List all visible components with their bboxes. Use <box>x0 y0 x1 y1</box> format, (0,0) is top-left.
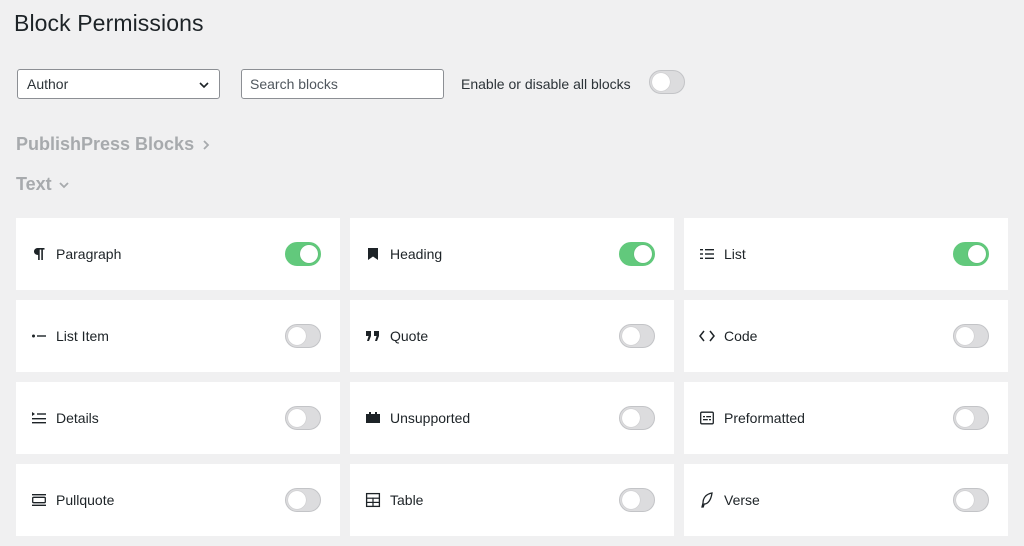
block-card-preformatted: Preformatted <box>684 382 1008 454</box>
toggle-knob <box>622 491 640 509</box>
block-toggle-preformatted[interactable] <box>953 406 989 430</box>
block-card-details: Details <box>16 382 340 454</box>
section-title: PublishPress Blocks <box>16 134 195 154</box>
list-icon <box>698 245 716 263</box>
toggle-knob <box>652 73 670 91</box>
block-label: Heading <box>390 246 443 262</box>
preformatted-icon <box>698 409 716 427</box>
toggle-knob <box>288 327 306 345</box>
quote-icon <box>364 327 382 345</box>
block-card-pullquote: Pullquote <box>16 464 340 536</box>
section-publishpress-blocks[interactable]: PublishPress Blocks <box>16 134 212 155</box>
block-label: Table <box>390 492 424 508</box>
toggle-knob <box>968 245 986 263</box>
paragraph-icon <box>30 245 48 263</box>
toggle-knob <box>634 245 652 263</box>
block-toggle-table[interactable] <box>619 488 655 512</box>
toggle-knob <box>622 409 640 427</box>
block-card-unsupported: Unsupported <box>350 382 674 454</box>
toggle-knob <box>956 491 974 509</box>
section-title: Text <box>16 174 52 194</box>
pullquote-icon <box>30 491 48 509</box>
block-card-quote: Quote <box>350 300 674 372</box>
block-toggle-paragraph[interactable] <box>285 242 321 266</box>
code-icon <box>698 327 716 345</box>
bookmark-icon <box>364 245 382 263</box>
toggle-knob <box>956 409 974 427</box>
toolbar: Author Enable or disable all blocks <box>17 68 1017 100</box>
details-icon <box>30 409 48 427</box>
search-input[interactable] <box>241 69 444 99</box>
toggle-knob <box>956 327 974 345</box>
toggle-knob <box>288 491 306 509</box>
block-card-heading: Heading <box>350 218 674 290</box>
toggle-knob <box>300 245 318 263</box>
block-toggle-verse[interactable] <box>953 488 989 512</box>
block-toggle-quote[interactable] <box>619 324 655 348</box>
block-label: List Item <box>56 328 109 344</box>
toggle-knob <box>622 327 640 345</box>
page-title: Block Permissions <box>14 10 204 36</box>
table-icon <box>364 491 382 509</box>
section-text[interactable]: Text <box>16 174 70 195</box>
block-label: List <box>724 246 746 262</box>
block-label: Pullquote <box>56 492 115 508</box>
block-label: Code <box>724 328 758 344</box>
block-toggle-pullquote[interactable] <box>285 488 321 512</box>
block-label: Unsupported <box>390 410 471 426</box>
unsupported-icon <box>364 409 382 427</box>
block-label: Paragraph <box>56 246 122 262</box>
block-card-list: List <box>684 218 1008 290</box>
toggle-all-switch[interactable] <box>649 70 685 94</box>
block-card-table: Table <box>350 464 674 536</box>
toggle-all-label: Enable or disable all blocks <box>461 76 631 92</box>
block-permissions-page: Block Permissions Author Enable or disab… <box>0 0 1024 546</box>
block-toggle-details[interactable] <box>285 406 321 430</box>
block-toggle-heading[interactable] <box>619 242 655 266</box>
chevron-right-icon <box>200 139 212 151</box>
block-label: Quote <box>390 328 429 344</box>
role-select-value: Author <box>27 76 69 92</box>
block-label: Preformatted <box>724 410 805 426</box>
block-card-list-item: List Item <box>16 300 340 372</box>
list-item-icon <box>30 327 48 345</box>
toggle-knob <box>288 409 306 427</box>
verse-icon <box>698 491 716 509</box>
block-label: Verse <box>724 492 760 508</box>
block-label: Details <box>56 410 99 426</box>
block-card-verse: Verse <box>684 464 1008 536</box>
block-grid: Paragraph Heading List List Item Quote Code De… <box>16 218 1008 536</box>
block-card-code: Code <box>684 300 1008 372</box>
block-toggle-list-item[interactable] <box>285 324 321 348</box>
chevron-down-icon <box>58 179 70 191</box>
chevron-down-icon <box>198 79 210 91</box>
block-toggle-list[interactable] <box>953 242 989 266</box>
block-card-paragraph: Paragraph <box>16 218 340 290</box>
role-select[interactable]: Author <box>17 69 220 99</box>
block-toggle-code[interactable] <box>953 324 989 348</box>
block-toggle-unsupported[interactable] <box>619 406 655 430</box>
